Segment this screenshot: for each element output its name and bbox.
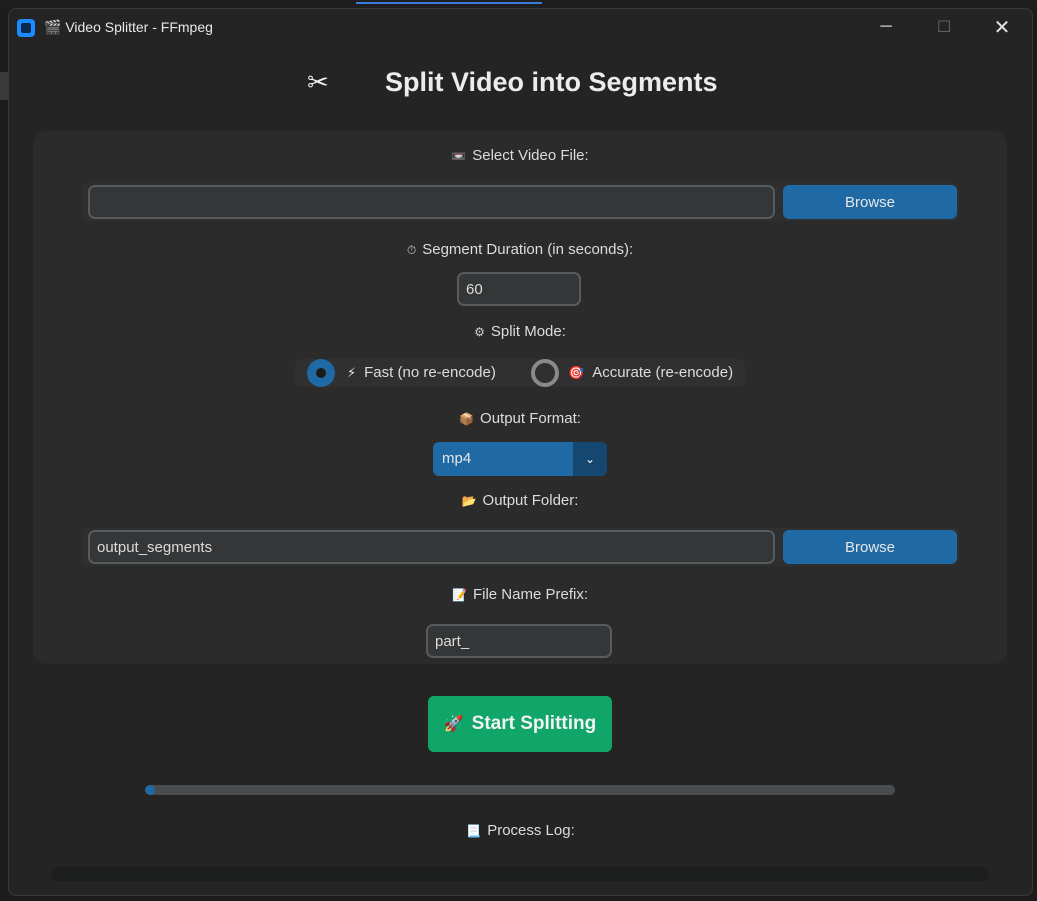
- output-folder-input[interactable]: output_segments: [88, 530, 775, 564]
- videocassette-icon: 📼: [451, 149, 467, 163]
- fast-mode-label[interactable]: ⚡ Fast (no re-encode): [347, 364, 496, 381]
- progress-bar-fill: [145, 785, 155, 795]
- memo-icon: 📝: [452, 588, 467, 602]
- background-left-edge: [0, 72, 8, 100]
- background-active-tab-indicator: [356, 2, 542, 4]
- settings-panel: 📼 Select Video File: Browse ⏱ Segment Dura…: [33, 131, 1007, 664]
- target-icon: 🎯: [568, 365, 585, 380]
- window-title: 🎬 Video Splitter - FFmpeg: [44, 19, 213, 35]
- video-file-input[interactable]: [88, 185, 775, 219]
- file-prefix-label: 📝 File Name Prefix:: [452, 586, 588, 603]
- lightning-icon: ⚡: [347, 365, 357, 380]
- clapper-board-icon: 🎬: [44, 19, 62, 35]
- split-mode-label: ⚙ Split Mode:: [474, 323, 566, 340]
- fast-mode-radio[interactable]: [307, 359, 335, 387]
- process-log-label: 📃 Process Log:: [466, 822, 575, 839]
- background-editor-tabs: [0, 0, 1037, 8]
- segment-duration-label: ⏱ Segment Duration (in seconds):: [406, 241, 634, 258]
- page-header: ✂ Split Video into Segments: [9, 57, 1032, 107]
- segment-duration-input[interactable]: 60: [457, 272, 581, 306]
- page-title: Split Video into Segments: [385, 67, 718, 97]
- app-icon: [17, 19, 35, 37]
- package-icon: 📦: [459, 412, 475, 426]
- start-splitting-button[interactable]: 🚀 Start Splitting: [428, 696, 612, 752]
- accurate-mode-radio[interactable]: [531, 359, 559, 387]
- file-prefix-input[interactable]: part_: [426, 624, 612, 658]
- gear-icon: ⚙: [474, 325, 485, 339]
- output-folder-label: 📂 Output Folder:: [461, 492, 579, 509]
- output-format-dropdown[interactable]: mp4 ⌄: [433, 442, 607, 476]
- split-mode-radio-group: ⚡ Fast (no re-encode) 🎯 Accurate (re-encod…: [295, 359, 745, 387]
- maximize-button[interactable]: ☐: [915, 9, 973, 45]
- scissors-icon: ✂: [307, 67, 329, 97]
- process-log-textbox[interactable]: [51, 867, 989, 881]
- rocket-icon: 🚀: [443, 716, 464, 733]
- video-file-label: 📼 Select Video File:: [451, 147, 589, 164]
- browse-folder-button[interactable]: Browse: [783, 530, 957, 564]
- title-bar[interactable]: 🎬 Video Splitter - FFmpeg ─ ☐ ✕: [9, 9, 1032, 47]
- accurate-mode-label[interactable]: 🎯 Accurate (re-encode): [568, 364, 733, 381]
- browse-video-button[interactable]: Browse: [783, 185, 957, 219]
- output-format-value: mp4: [442, 450, 472, 467]
- app-window: 🎬 Video Splitter - FFmpeg ─ ☐ ✕ ✂ Split …: [8, 8, 1033, 896]
- chevron-down-icon[interactable]: ⌄: [573, 442, 607, 476]
- page-icon: 📃: [466, 824, 482, 838]
- output-format-label: 📦 Output Format:: [459, 410, 581, 427]
- close-button[interactable]: ✕: [973, 9, 1031, 45]
- progress-bar: [145, 785, 895, 795]
- minimize-button[interactable]: ─: [857, 9, 915, 45]
- open-folder-icon: 📂: [461, 494, 477, 508]
- stopwatch-icon: ⏱: [406, 243, 417, 257]
